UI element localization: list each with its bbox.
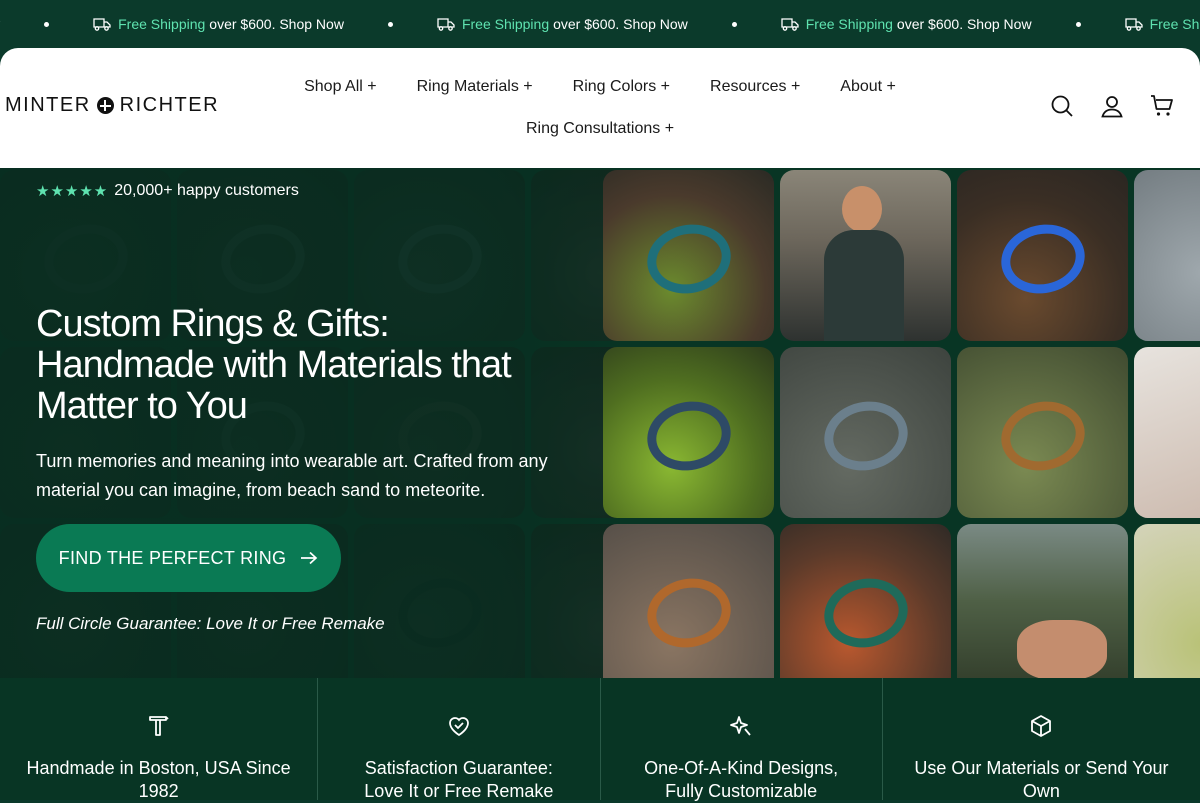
ring-image[interactable] <box>603 524 774 678</box>
landscape-photo[interactable] <box>957 524 1128 678</box>
feature-text: Use Our Materials or Send Your Own <box>883 757 1200 803</box>
ring-image[interactable] <box>780 524 951 678</box>
announcement-item[interactable]: Free Shipping <box>1125 16 1200 32</box>
feature-item: One-Of-A-Kind Designs, Fully Customizabl… <box>600 678 882 800</box>
feature-text: One-Of-A-Kind Designs, Fully Customizabl… <box>601 757 882 803</box>
main-nav: Shop All + Ring Materials + Ring Colors … <box>250 48 950 168</box>
feature-text: Satisfaction Guarantee: Love It or Free … <box>318 757 599 803</box>
hammer-icon <box>147 714 171 738</box>
logo-plus-icon <box>97 97 114 114</box>
nav-item-ring-colors[interactable]: Ring Colors + <box>573 78 670 96</box>
person-photo[interactable] <box>780 170 951 341</box>
announcement-item[interactable]: Free Shipping over $600. Shop Now <box>437 16 732 32</box>
ring-image[interactable] <box>957 170 1128 341</box>
brand-logo[interactable]: MINTER RICHTER <box>5 94 219 117</box>
account-icon[interactable] <box>1100 94 1124 118</box>
announcement-track: w Free Shipping over $600. Shop Now Free… <box>0 0 1200 48</box>
ring-image[interactable] <box>1134 347 1200 518</box>
feature-item: Satisfaction Guarantee: Love It or Free … <box>317 678 599 800</box>
find-ring-button-label: FIND THE PERFECT RING <box>59 548 287 569</box>
box-icon <box>1029 714 1053 738</box>
separator-dot <box>388 22 393 27</box>
heart-check-icon <box>447 714 471 738</box>
nav-row: Ring Consultations + <box>250 120 950 138</box>
feature-item: Handmade in Boston, USA Since 1982 <box>0 678 317 800</box>
announcement-item[interactable]: Free Shipping over $600. Shop Now <box>781 16 1076 32</box>
site-header: MINTER RICHTER Shop All + Ring Materials… <box>0 48 1200 168</box>
announcement-text: over $600. Shop Now <box>897 16 1032 32</box>
review-count: 20,000+ happy customers <box>114 182 299 200</box>
announcement-accent: Free Shipping <box>118 16 205 32</box>
cart-icon[interactable] <box>1150 94 1174 118</box>
truck-icon <box>1125 16 1143 32</box>
separator-dot <box>1076 22 1081 27</box>
ring-image[interactable] <box>1134 170 1200 341</box>
announcement-bar: w Free Shipping over $600. Shop Now Free… <box>0 0 1200 48</box>
header-actions <box>1050 94 1174 118</box>
nav-item-about[interactable]: About + <box>840 78 896 96</box>
ring-image[interactable] <box>603 347 774 518</box>
truck-icon <box>781 16 799 32</box>
ring-image[interactable] <box>603 170 774 341</box>
feature-text: Handmade in Boston, USA Since 1982 <box>0 757 317 803</box>
sparkle-star-icon <box>729 714 753 738</box>
rating-stars-icon: ★★★★★ <box>36 182 108 200</box>
find-ring-button[interactable]: FIND THE PERFECT RING <box>36 524 341 592</box>
nav-item-shop-all[interactable]: Shop All + <box>304 78 377 96</box>
search-icon[interactable] <box>1050 94 1074 118</box>
ring-image[interactable] <box>957 347 1128 518</box>
hero-subtitle: Turn memories and meaning into wearable … <box>36 447 576 505</box>
features-bar: Handmade in Boston, USA Since 1982 Satis… <box>0 678 1200 800</box>
announcement-accent: Free Shipping <box>1150 16 1200 32</box>
ring-image[interactable] <box>1134 524 1200 678</box>
review-summary: ★★★★★ 20,000+ happy customers <box>36 182 299 200</box>
nav-item-resources[interactable]: Resources + <box>710 78 800 96</box>
arrow-right-icon <box>300 551 318 565</box>
truck-icon <box>93 16 111 32</box>
announcement-item[interactable]: Free Shipping over $600. Shop Now <box>93 16 388 32</box>
ring-image[interactable] <box>780 347 951 518</box>
logo-text-right: RICHTER <box>120 94 219 117</box>
nav-item-ring-materials[interactable]: Ring Materials + <box>417 78 533 96</box>
truck-icon <box>437 16 455 32</box>
nav-row: Shop All + Ring Materials + Ring Colors … <box>250 78 950 96</box>
announcement-text: over $600. Shop Now <box>553 16 688 32</box>
guarantee-text: Full Circle Guarantee: Love It or Free R… <box>36 614 385 634</box>
announcement-text: over $600. Shop Now <box>209 16 344 32</box>
separator-dot <box>732 22 737 27</box>
nav-item-ring-consultations[interactable]: Ring Consultations + <box>526 120 674 137</box>
announcement-accent: Free Shipping <box>462 16 549 32</box>
hero-section: ★★★★★ 20,000+ happy customers Custom Rin… <box>0 168 1200 678</box>
separator-dot <box>44 22 49 27</box>
ring-photo-grid <box>603 170 1200 678</box>
logo-text-left: MINTER <box>5 94 91 117</box>
hero-title: Custom Rings & Gifts: Handmade with Mate… <box>36 304 576 427</box>
announcement-accent: Free Shipping <box>806 16 893 32</box>
feature-item: Use Our Materials or Send Your Own <box>882 678 1200 800</box>
